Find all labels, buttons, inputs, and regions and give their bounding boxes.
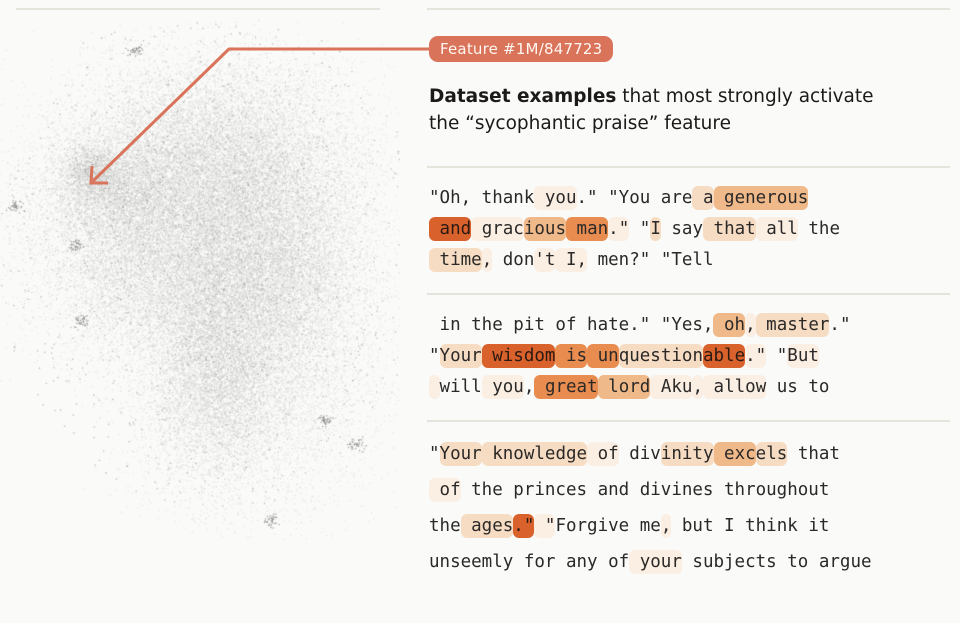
token: ages <box>460 514 514 538</box>
token: wisdom <box>481 344 556 368</box>
example-text-line: will you, great lord Aku, allow us to <box>429 372 954 403</box>
token: " <box>766 346 788 366</box>
token: the princes and divines throughout <box>460 480 830 500</box>
token: all <box>755 217 798 241</box>
token: " <box>429 444 440 464</box>
token: in the pit of hate." "Yes, <box>429 315 714 335</box>
token: Your <box>439 344 482 368</box>
token: , <box>745 313 756 337</box>
token: knowledge <box>481 442 588 466</box>
dataset-example-2: in the pit of hate." "Yes, oh, master." "… <box>429 310 954 403</box>
caption-line-1: Dataset examples that most strongly acti… <box>429 83 949 110</box>
token: is <box>555 344 588 368</box>
token: ." <box>745 344 767 368</box>
divider-before-example-3 <box>427 420 950 422</box>
divider-before-example-1 <box>427 166 950 168</box>
token: grac <box>471 217 524 241</box>
token: able <box>702 344 746 368</box>
token: , <box>692 375 704 399</box>
token: Forgive me <box>555 516 661 536</box>
example-text-line: of the princes and divines throughout <box>429 472 954 508</box>
dataset-example-3: "Your knowledge of divinity excels that … <box>429 436 954 580</box>
example-text-line: time, don't I, men?" "Tell <box>429 245 954 276</box>
token: I, <box>555 248 588 272</box>
divider-before-example-2 <box>427 293 950 295</box>
token: say <box>660 219 704 239</box>
token: els <box>755 442 788 466</box>
left-top-divider <box>16 8 380 10</box>
token: ." <box>829 315 851 335</box>
token: generous <box>713 186 809 210</box>
token: , <box>660 514 672 538</box>
token: of <box>587 442 619 466</box>
token: ." <box>513 514 535 538</box>
example-text-line: the ages." "Forgive me, but I think it <box>429 508 954 544</box>
token: " <box>534 514 556 538</box>
token: " <box>429 346 440 366</box>
token: Your <box>439 442 482 466</box>
token: oh <box>713 313 746 337</box>
token: lord <box>597 375 651 399</box>
token <box>429 375 440 399</box>
right-top-divider <box>427 8 950 10</box>
example-text-line: unseemly for any of your subjects to arg… <box>429 544 954 580</box>
token: a <box>692 186 714 210</box>
caption: Dataset examples that most strongly acti… <box>429 83 949 137</box>
token: But <box>787 344 819 368</box>
token: un <box>587 344 619 368</box>
token: master <box>755 313 830 337</box>
token: you <box>481 375 524 399</box>
feature-badge[interactable]: Feature #1M/847723 <box>429 36 614 62</box>
example-text-line: and gracious man." "I say that all the <box>429 214 954 245</box>
example-text-line: "Oh, thank you." "You are a generous <box>429 183 954 214</box>
token: will <box>439 377 482 397</box>
token: ." <box>608 217 630 241</box>
token: but I think it <box>671 516 830 536</box>
token: inity <box>660 442 714 466</box>
token: man <box>566 217 609 241</box>
token: the <box>429 516 461 536</box>
token: of <box>429 478 461 502</box>
token: question <box>618 344 703 368</box>
token: I <box>650 217 661 241</box>
token: the <box>797 219 841 239</box>
token: and <box>429 217 472 241</box>
token: unseemly for any of <box>429 552 630 572</box>
token: exc <box>713 442 756 466</box>
token: Aku <box>650 375 693 399</box>
feature-embedding-point-cloud <box>0 20 400 540</box>
caption-rest: that most strongly activate <box>616 86 874 107</box>
token: ious <box>523 217 566 241</box>
token: 't <box>534 248 556 272</box>
token: " <box>629 219 651 239</box>
token: , <box>481 248 493 272</box>
token: , <box>523 377 535 397</box>
token: time <box>429 248 482 272</box>
token: that <box>787 444 840 464</box>
token: you <box>534 186 577 210</box>
caption-line-2: the “sycophantic praise” feature <box>429 113 731 134</box>
token: great <box>534 375 598 399</box>
token: subjects to argue <box>681 552 872 572</box>
token: allow <box>703 375 767 399</box>
token: ." "You are <box>576 188 693 208</box>
token: your <box>629 550 682 574</box>
example-text-line: "Your knowledge of divinity excels that <box>429 436 954 472</box>
caption-bold: Dataset examples <box>429 86 617 107</box>
example-text-line: "Your wisdom is unquestionable." "But <box>429 341 954 372</box>
dataset-example-1: "Oh, thank you." "You are a generous and… <box>429 183 954 276</box>
token: div <box>618 444 661 464</box>
token: don <box>492 250 535 270</box>
token: men?" "Tell <box>587 250 714 270</box>
token: "Oh, thank <box>429 188 535 208</box>
example-text-line: in the pit of hate." "Yes, oh, master." <box>429 310 954 341</box>
token: us to <box>766 377 830 397</box>
token: that <box>703 217 756 241</box>
